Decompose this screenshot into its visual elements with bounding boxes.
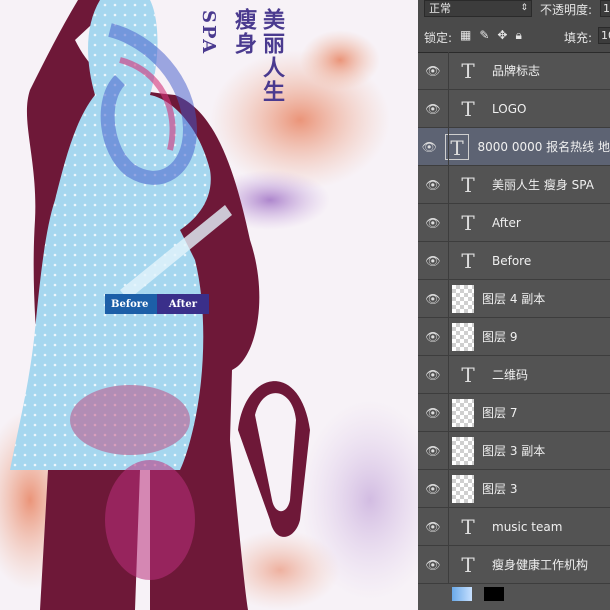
row-divider [448, 166, 449, 203]
visibility-eye-icon[interactable]: 👁︎ [418, 292, 448, 306]
visibility-eye-icon[interactable]: 👁︎ [418, 444, 448, 458]
layer-name: 图层 3 [482, 482, 518, 496]
text-layer-icon: T [461, 58, 475, 83]
text-layer-icon: T [461, 248, 475, 273]
blend-mode-select[interactable]: 正常 ⇕ [424, 0, 532, 17]
lock-image-pixels-icon[interactable]: ✎ [479, 28, 489, 43]
slogan-spa: SPA [198, 10, 219, 56]
row-divider [448, 394, 449, 431]
layer-row[interactable]: 👁︎ T 二维码 [418, 356, 610, 394]
visibility-eye-icon[interactable]: 👁︎ [418, 178, 448, 192]
row-divider [448, 204, 449, 241]
layer-row[interactable]: 👁︎ 图层 4 副本 [418, 280, 610, 318]
layer-name: 美丽人生 瘦身 SPA [492, 178, 594, 192]
layer-name: music team [492, 519, 563, 534]
layers-panel: 正常 ⇕ 不透明度: 10 锁定: ▦ ✎ ✥ 🔒︎ 填充: 10 👁︎ T 品牌标… [418, 0, 610, 610]
visibility-eye-icon[interactable]: 👁︎ [418, 482, 448, 496]
layer-row[interactable]: 👁︎ T LOGO [418, 90, 610, 128]
layer-name: 8000 0000 报名热线 地 [477, 140, 610, 154]
layer-mask-thumbnail [484, 587, 504, 601]
row-divider [448, 242, 449, 279]
lock-position-icon[interactable]: ✥ [497, 28, 507, 43]
row-divider [448, 508, 449, 545]
row-divider [448, 90, 449, 127]
layer-thumbnail [452, 322, 474, 351]
lock-toolbar: ▦ ✎ ✥ 🔒︎ [460, 28, 522, 43]
visibility-eye-icon[interactable]: 👁︎ [418, 254, 448, 268]
fill-label: 填充: [564, 31, 593, 45]
layer-name: 瘦身健康工作机构 [492, 558, 589, 572]
opacity-input[interactable]: 10 [600, 0, 610, 17]
before-after-bar: Before After [105, 294, 209, 314]
layer-thumbnail [452, 436, 474, 465]
lock-label: 锁定: [424, 31, 453, 45]
visibility-eye-icon[interactable]: 👁︎ [418, 64, 448, 78]
layer-name: 品牌标志 [492, 64, 541, 78]
layer-thumbnail [452, 474, 474, 503]
layer-row[interactable]: 👁︎ T After [418, 204, 610, 242]
layer-name: After [492, 215, 521, 230]
layer-name: 图层 7 [482, 406, 518, 420]
layer-options-bar: 正常 ⇕ 不透明度: 10 锁定: ▦ ✎ ✥ 🔒︎ 填充: 10 [418, 0, 610, 53]
layer-row-partial[interactable] [418, 584, 610, 604]
fill-input[interactable]: 10 [598, 27, 610, 44]
poster-artwork [0, 0, 418, 610]
text-layer-icon: T [461, 514, 475, 539]
before-label: Before [105, 294, 157, 314]
row-divider [448, 52, 449, 89]
layer-name: 二维码 [492, 368, 529, 382]
layer-name: 图层 4 副本 [482, 292, 546, 306]
layer-thumbnail [452, 284, 474, 313]
layer-row[interactable]: 👁︎ T 美丽人生 瘦身 SPA [418, 166, 610, 204]
layer-row[interactable]: 👁︎ Tmusic team [418, 508, 610, 546]
text-layer-icon: T [461, 172, 475, 197]
layer-row[interactable]: 👁︎ 图层 3 副本 [418, 432, 610, 470]
row-divider [448, 318, 449, 355]
visibility-eye-icon[interactable]: 👁︎ [418, 140, 441, 154]
text-layer-icon: T [461, 552, 475, 577]
layer-row[interactable]: 👁︎ 图层 9 [418, 318, 610, 356]
layer-row[interactable]: 👁︎ T 瘦身健康工作机构 [418, 546, 610, 584]
lock-transparent-pixels-icon[interactable]: ▦ [460, 28, 471, 43]
lock-all-icon[interactable]: 🔒︎ [515, 28, 521, 43]
layer-row[interactable]: 👁︎ 图层 3 [418, 470, 610, 508]
layer-list: 👁︎ T 品牌标志 👁︎ T LOGO 👁︎ T 8000 0000 报名热线 地 👁︎ T 美丽人生… [418, 52, 610, 604]
visibility-eye-icon[interactable]: 👁︎ [418, 558, 448, 572]
layer-row[interactable]: 👁︎ 图层 7 [418, 394, 610, 432]
layer-thumbnail [452, 587, 472, 601]
after-label: After [157, 294, 209, 314]
layer-thumbnail [452, 398, 474, 427]
layer-row[interactable]: 👁︎ T Before [418, 242, 610, 280]
visibility-eye-icon[interactable]: 👁︎ [418, 368, 448, 382]
layer-name: Before [492, 253, 532, 268]
visibility-eye-icon[interactable]: 👁︎ [418, 330, 448, 344]
slogan-main: 美丽人生 [259, 8, 285, 104]
text-layer-icon: T [461, 362, 475, 387]
chevron-updown-icon: ⇕ [520, 3, 528, 13]
opacity-label: 不透明度: [540, 3, 593, 17]
text-layer-icon: T [461, 96, 475, 121]
layer-name: LOGO [492, 101, 527, 116]
visibility-eye-icon[interactable]: 👁︎ [418, 102, 448, 116]
text-layer-icon: T [461, 210, 475, 235]
slogan-slim: 瘦身 [231, 8, 257, 56]
row-divider [448, 470, 449, 507]
visibility-eye-icon[interactable]: 👁︎ [418, 520, 448, 534]
visibility-eye-icon[interactable]: 👁︎ [418, 216, 448, 230]
visibility-eye-icon[interactable]: 👁︎ [418, 406, 448, 420]
row-divider [448, 280, 449, 317]
layer-name: 图层 9 [482, 330, 518, 344]
layer-row[interactable]: 👁︎ T 8000 0000 报名热线 地 [418, 128, 610, 166]
row-divider [448, 128, 449, 165]
blend-mode-value: 正常 [429, 2, 451, 15]
layer-name: 图层 3 副本 [482, 444, 546, 458]
layer-row[interactable]: 👁︎ T 品牌标志 [418, 52, 610, 90]
document-canvas[interactable]: 美丽人生 瘦身 SPA Before After [0, 0, 418, 610]
row-divider [448, 432, 449, 469]
row-divider [448, 356, 449, 393]
row-divider [448, 546, 449, 583]
